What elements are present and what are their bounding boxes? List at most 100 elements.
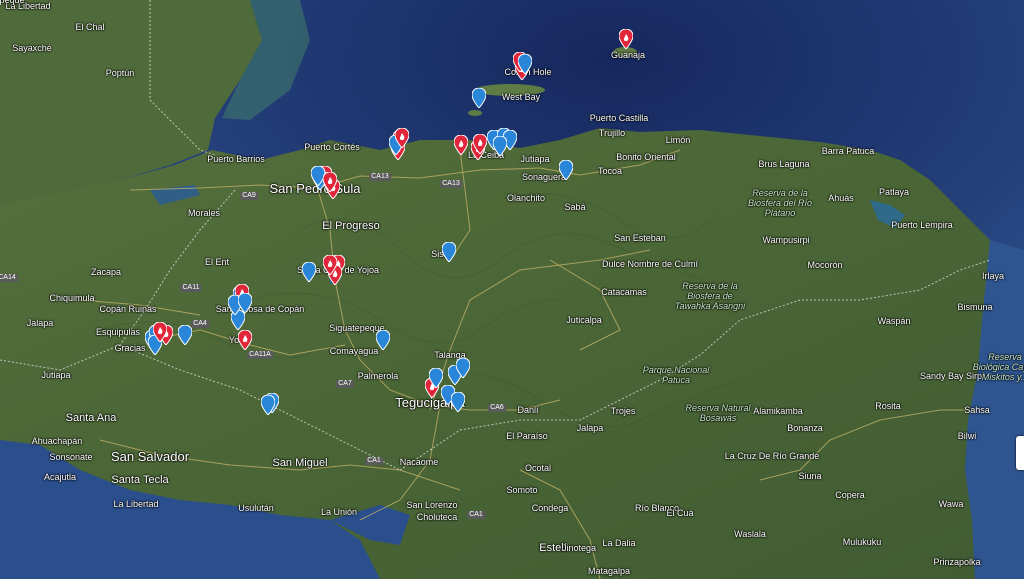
place-label: Waspán bbox=[877, 316, 911, 326]
place-label: Puerto Lempira bbox=[891, 220, 953, 230]
place-label: Acajutla bbox=[43, 472, 77, 482]
place-label: Santa Ana bbox=[65, 412, 117, 424]
map-pin-icon bbox=[178, 325, 192, 345]
place-label: Catacamas bbox=[601, 287, 647, 297]
road-label: CA4 bbox=[191, 320, 209, 328]
blue-map-marker[interactable] bbox=[456, 358, 470, 378]
red-map-marker[interactable] bbox=[395, 128, 409, 148]
road-label: CA13 bbox=[440, 180, 462, 188]
park-label: Reserva de la Biosfera de Tawahka Asangn… bbox=[674, 281, 746, 311]
place-label: Rosita bbox=[875, 401, 901, 411]
place-label: El Chal bbox=[75, 22, 105, 32]
place-label: Ahuachapán bbox=[31, 436, 83, 446]
map-pin-icon bbox=[451, 392, 465, 412]
place-label: Chiquimula bbox=[49, 293, 95, 303]
map-pin-icon bbox=[153, 322, 167, 342]
place-label: Wampusirpi bbox=[762, 235, 810, 245]
place-label: El Progreso bbox=[322, 220, 380, 232]
red-map-marker[interactable] bbox=[238, 330, 252, 350]
place-label: La Libertad bbox=[113, 499, 159, 509]
red-map-marker[interactable] bbox=[323, 172, 337, 192]
place-label: La Dalia bbox=[602, 538, 636, 548]
park-label: Reserva de la Biosfera del Río Plátano bbox=[747, 188, 813, 218]
place-label: Jalapa bbox=[26, 318, 54, 328]
map-pin-icon bbox=[619, 29, 633, 49]
blue-map-marker[interactable] bbox=[178, 325, 192, 345]
red-map-marker[interactable] bbox=[454, 135, 468, 155]
place-label: Zacapa bbox=[90, 267, 122, 277]
place-label: Jutiapa bbox=[41, 370, 71, 380]
place-label: Copán Ruinas bbox=[99, 304, 157, 314]
place-label: San Miguel bbox=[272, 457, 328, 469]
place-label: Ocotepeque bbox=[0, 0, 25, 5]
blue-map-marker[interactable] bbox=[442, 242, 456, 262]
place-label: Patlaya bbox=[878, 187, 910, 197]
place-label: Tocoa bbox=[597, 166, 623, 176]
place-label: Limón bbox=[665, 135, 691, 145]
red-map-marker[interactable] bbox=[323, 255, 337, 275]
place-label: Sahsa bbox=[964, 405, 990, 415]
map-pin-icon bbox=[559, 160, 573, 180]
red-map-marker[interactable] bbox=[153, 322, 167, 342]
satellite-map[interactable]: La Libertad El Chal Sayaxché Poptún Puerto B… bbox=[0, 0, 1024, 579]
place-label: Sabá bbox=[564, 202, 586, 212]
place-label: Mocorón bbox=[807, 260, 843, 270]
place-label: Prinzapolka bbox=[933, 557, 981, 567]
map-pin-icon bbox=[261, 395, 275, 415]
blue-map-marker[interactable] bbox=[493, 136, 507, 156]
place-label: Guanaja bbox=[610, 50, 646, 60]
road-label: CA1 bbox=[467, 511, 485, 519]
blue-map-marker[interactable] bbox=[451, 392, 465, 412]
place-label: Ahuás bbox=[828, 193, 854, 203]
place-label: Trujillo bbox=[598, 128, 626, 138]
place-label: Bilwi bbox=[957, 431, 977, 441]
place-label: Trojes bbox=[610, 406, 636, 416]
road-label: CA11A bbox=[247, 351, 273, 359]
place-label: Usulután bbox=[238, 503, 274, 513]
park-label: Reserva Biológica Cayos Miskitos y... bbox=[972, 352, 1024, 382]
blue-map-marker[interactable] bbox=[261, 395, 275, 415]
place-label: El Paraíso bbox=[506, 431, 548, 441]
place-label: Morales bbox=[187, 208, 221, 218]
place-label: Poptún bbox=[105, 68, 135, 78]
place-label: La Unión bbox=[320, 507, 358, 517]
place-label: El Cuá bbox=[666, 508, 694, 518]
place-label: Irlaya bbox=[981, 271, 1005, 281]
place-label: West Bay bbox=[501, 92, 541, 102]
park-label: Reserva Natural Bosawás bbox=[685, 403, 751, 423]
red-map-marker[interactable] bbox=[619, 29, 633, 49]
blue-map-marker[interactable] bbox=[302, 262, 316, 282]
place-label: Brus Laguna bbox=[758, 159, 810, 169]
map-pin-icon bbox=[238, 330, 252, 350]
place-label: Wawa bbox=[938, 499, 964, 509]
place-label: Nacaome bbox=[399, 457, 439, 467]
blue-map-marker[interactable] bbox=[559, 160, 573, 180]
place-label: Juticalpa bbox=[566, 315, 602, 325]
blue-map-marker[interactable] bbox=[518, 54, 532, 74]
place-label: Puerto Cortés bbox=[304, 142, 360, 152]
road-label: CA14 bbox=[0, 274, 18, 282]
map-pin-icon bbox=[238, 293, 252, 313]
place-label: Barra Patuca bbox=[821, 146, 875, 156]
place-label: Danlí bbox=[517, 405, 539, 415]
map-pin-icon bbox=[302, 262, 316, 282]
place-label: Mulukuku bbox=[842, 537, 882, 547]
map-controls-edge[interactable] bbox=[1016, 436, 1024, 470]
park-label: Parque Nacional Patuca bbox=[642, 365, 710, 385]
blue-map-marker[interactable] bbox=[238, 293, 252, 313]
red-map-marker[interactable] bbox=[473, 134, 487, 154]
place-label: Jutiapa bbox=[520, 154, 550, 164]
island-utila bbox=[468, 110, 482, 116]
road-label: CA9 bbox=[240, 192, 258, 200]
road-label: CA11 bbox=[180, 284, 202, 292]
place-label: Santa Tecla bbox=[111, 474, 169, 486]
road-label: CA7 bbox=[336, 380, 354, 388]
place-label: Condega bbox=[531, 503, 569, 513]
blue-map-marker[interactable] bbox=[376, 330, 390, 350]
place-label: Alamikamba bbox=[753, 406, 803, 416]
place-label: El Ent bbox=[204, 257, 230, 267]
place-label: Sonsonate bbox=[49, 452, 93, 462]
map-pin-icon bbox=[323, 255, 337, 275]
blue-map-marker[interactable] bbox=[472, 88, 486, 108]
map-pin-icon bbox=[323, 172, 337, 192]
